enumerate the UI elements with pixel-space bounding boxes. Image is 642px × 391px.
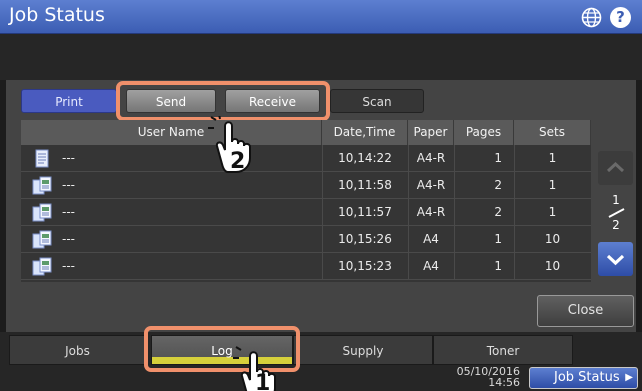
page-title: Job Status — [9, 4, 105, 26]
date-time-cell: 10,15:23 — [338, 259, 392, 273]
user-name-cell: --- — [62, 232, 75, 246]
globe-icon[interactable] — [581, 7, 602, 28]
sets-cell: 10 — [544, 259, 561, 273]
message-band — [0, 34, 642, 80]
tap-hand-icon: 2 — [208, 116, 251, 174]
current-time: 14:56 — [488, 376, 520, 389]
column-header-paper: Paper — [408, 120, 454, 145]
total-pages: 2 — [612, 218, 620, 232]
column-header-date-time: Date,Time — [322, 120, 408, 145]
column-header-sets: Sets — [514, 120, 591, 145]
help-button[interactable]: ? — [610, 7, 631, 28]
date-time-cell: 10,15:26 — [338, 232, 392, 246]
tab-scan[interactable]: Scan — [330, 89, 424, 113]
table-row[interactable]: --- 10,11:58 A4-R 2 1 — [21, 172, 591, 199]
tab-supply[interactable]: Supply — [293, 335, 433, 365]
current-page: 1 — [612, 193, 620, 207]
date-time-cell: 10,11:57 — [338, 205, 392, 219]
pages-cell: 2 — [494, 178, 502, 192]
scroll-down-button[interactable] — [598, 242, 633, 276]
user-name-cell: --- — [62, 151, 75, 165]
send-receive-highlight — [116, 81, 330, 121]
job-status-label: Job Status — [554, 370, 620, 385]
page-indicator: 1 2 — [598, 193, 634, 232]
date-time-cell: 10,11:58 — [338, 178, 392, 192]
pages-cell: 1 — [494, 151, 502, 165]
document-icon — [35, 149, 49, 168]
chevron-right-icon: ▶ — [625, 372, 633, 383]
date-time-display: 05/10/2016 14:56 — [454, 366, 520, 388]
fax-received-icon — [32, 176, 52, 195]
paper-cell: A4 — [423, 232, 439, 246]
pages-cell: 1 — [494, 259, 502, 273]
chevron-up-icon — [606, 161, 625, 173]
table-row[interactable]: --- 10,15:26 A4 1 10 — [21, 226, 591, 253]
sets-cell: 1 — [548, 205, 557, 219]
table-row[interactable]: --- 10,11:57 A4-R 2 1 — [21, 199, 591, 226]
job-status-button[interactable]: Job Status ▶ — [529, 367, 638, 389]
fax-received-icon — [32, 230, 52, 249]
chevron-down-icon — [606, 254, 625, 266]
tab-jobs[interactable]: Jobs — [9, 335, 146, 365]
user-name-cell: --- — [62, 205, 75, 219]
step-2-label: 2 — [230, 149, 245, 174]
table-row[interactable]: --- 10,15:23 A4 1 10 — [21, 253, 591, 280]
tab-toner[interactable]: Toner — [433, 335, 573, 365]
column-header-user-name: User Name — [21, 120, 322, 145]
scroll-up-button[interactable] — [598, 151, 633, 185]
paper-cell: A4-R — [416, 178, 446, 192]
user-name-cell: --- — [62, 178, 75, 192]
date-time-cell: 10,14:22 — [338, 151, 392, 165]
column-header-pages: Pages — [454, 120, 514, 145]
table-row[interactable]: --- 10,14:22 A4-R 1 1 — [21, 145, 591, 172]
paper-cell: A4-R — [416, 151, 446, 165]
title-bar: Job Status ? — [0, 0, 642, 34]
log-table: --- 10,14:22 A4-R 1 1 --- 10,11:58 A4-R … — [21, 145, 591, 282]
tap-hand-icon: 1 — [233, 346, 276, 391]
page-separator — [598, 206, 634, 218]
close-button[interactable]: Close — [537, 295, 634, 327]
paper-cell: A4 — [423, 259, 439, 273]
step-1-label: 1 — [255, 371, 270, 391]
user-name-cell: --- — [62, 259, 75, 273]
paper-cell: A4-R — [416, 205, 446, 219]
sets-cell: 1 — [548, 151, 557, 165]
pages-cell: 1 — [494, 232, 502, 246]
pages-cell: 2 — [494, 205, 502, 219]
sets-cell: 1 — [548, 178, 557, 192]
tab-print[interactable]: Print — [21, 89, 117, 113]
fax-received-icon — [32, 257, 52, 276]
sets-cell: 10 — [544, 232, 561, 246]
fax-received-icon — [32, 203, 52, 222]
